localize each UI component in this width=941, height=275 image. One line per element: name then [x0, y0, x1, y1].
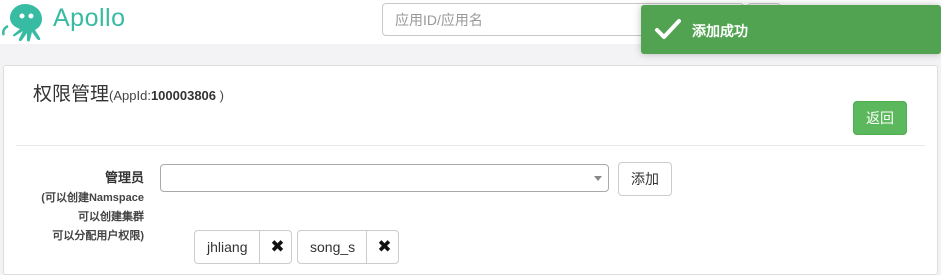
admin-hint-line: 可以创建集群 [78, 211, 144, 223]
user-select[interactable] [160, 164, 609, 192]
apollo-logo[interactable]: Apollo [0, 0, 140, 44]
page-title: 权限管理(AppId:100003806 ) [33, 79, 224, 106]
octopus-logo-icon [1, 4, 42, 42]
appid-value: 100003806 [150, 88, 217, 103]
user-chip-label: song_s [310, 239, 356, 255]
add-admin-button[interactable]: 添加 [618, 162, 672, 196]
permission-panel: 权限管理(AppId:100003806 ) 返回 管理员 (可以创建Namsp… [3, 65, 938, 275]
admin-hint-line: (可以创建Namspace [41, 192, 144, 204]
user-chip-song-s: song_s ✖ [297, 230, 399, 264]
appid-suffix: ) [216, 88, 224, 103]
success-toast[interactable]: 添加成功 [641, 5, 941, 54]
checkmark-icon [655, 19, 681, 39]
admin-hint: (可以创建Namspace 可以创建集群 可以分配用户权限) [14, 189, 144, 246]
title-text: 权限管理 [33, 84, 110, 105]
divider [16, 145, 925, 146]
user-chip-jhliang: jhliang ✖ [194, 230, 292, 264]
close-icon[interactable]: ✖ [366, 231, 402, 263]
appid-prefix: (AppId: [109, 88, 151, 103]
admin-label: 管理员 [104, 170, 144, 185]
back-button[interactable]: 返回 [853, 101, 907, 135]
admin-hint-line: 可以分配用户权限) [52, 230, 144, 242]
user-chip-label: jhliang [207, 239, 248, 255]
close-icon[interactable]: ✖ [259, 231, 295, 263]
brand-name: Apollo [53, 4, 126, 32]
toast-message: 添加成功 [692, 23, 748, 39]
chevron-down-icon [594, 176, 602, 181]
